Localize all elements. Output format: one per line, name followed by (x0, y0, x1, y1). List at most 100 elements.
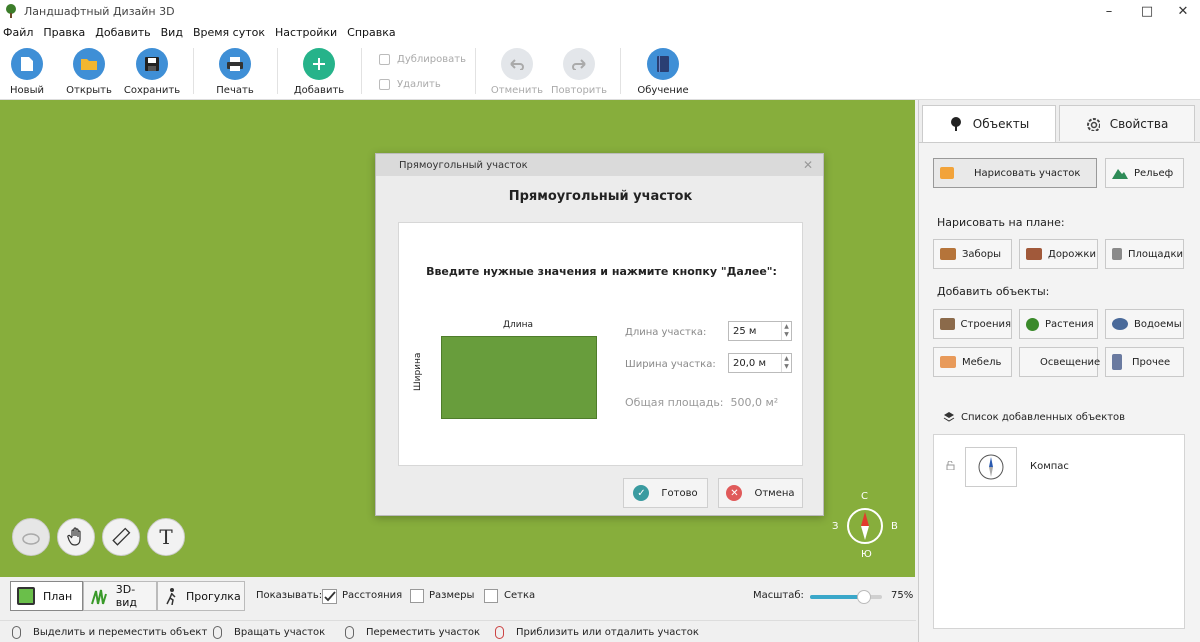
scale-slider-thumb[interactable] (857, 590, 871, 604)
total-area: Общая площадь: 500,0 м² (625, 396, 778, 409)
sizes-checkbox[interactable] (410, 589, 424, 603)
duplicate-label: Дублировать (397, 54, 466, 65)
compass-east-label: В (891, 521, 898, 532)
distances-label: Расстояния (342, 590, 403, 601)
add-label: Добавить (293, 85, 345, 96)
gnome-icon (1112, 354, 1122, 370)
text-tool-button[interactable]: T (147, 518, 185, 556)
minimize-button[interactable]: – (1090, 0, 1128, 22)
menu-file[interactable]: Файл (1, 26, 40, 39)
buildings-button[interactable]: Строения (933, 309, 1012, 339)
unlock-icon[interactable] (946, 461, 955, 470)
dialog-content: Введите нужные значения и нажмите кнопку… (398, 222, 803, 466)
walk-button[interactable]: Прогулка (157, 581, 245, 611)
layers-icon (943, 412, 955, 422)
add-button[interactable]: Добавить (289, 48, 349, 96)
grid-checkbox[interactable] (484, 589, 498, 603)
list-item-name: Компас (1030, 461, 1069, 472)
menu-help[interactable]: Справка (345, 26, 402, 39)
pencil-icon (940, 167, 954, 179)
list-item[interactable]: Компас (934, 435, 1184, 505)
view-bar: План 3D-вид Прогулка Показывать: Расстоя… (0, 577, 916, 617)
mouse-wheel-icon (495, 626, 504, 639)
length-spinner-arrows[interactable]: ▲ ▼ (781, 322, 791, 340)
length-input[interactable]: 25 м ▲ ▼ (728, 321, 792, 341)
undo-button[interactable]: Отменить (487, 48, 547, 96)
other-button[interactable]: Прочее (1105, 347, 1184, 377)
toolbar: Новый Открыть Сохранить Печать Добавить … (0, 42, 1200, 100)
tab-objects-label: Объекты (972, 117, 1030, 131)
save-button[interactable]: Сохранить (122, 48, 182, 96)
duplicate-icon (379, 54, 390, 65)
plan-label: План (43, 589, 73, 603)
ponds-button[interactable]: Водоемы (1105, 309, 1184, 339)
print-button[interactable]: Печать (205, 48, 265, 96)
new-document-icon (11, 48, 43, 80)
cancel-button[interactable]: ✕ Отмена (718, 478, 803, 508)
plan-icon (17, 587, 35, 605)
view-3d-button[interactable]: 3D-вид (83, 581, 157, 611)
menu-add[interactable]: Добавить (93, 26, 157, 39)
fences-button[interactable]: Заборы (933, 239, 1012, 269)
width-input[interactable]: 20,0 м ▲ ▼ (728, 353, 792, 373)
draw-plot-button[interactable]: Нарисовать участок (933, 158, 1097, 188)
hand-tool-button[interactable] (57, 518, 95, 556)
compass-thumbnail (965, 447, 1017, 487)
lighting-button[interactable]: Освещение (1019, 347, 1100, 377)
tab-properties-label: Свойства (1109, 116, 1169, 131)
furniture-button[interactable]: Мебель (933, 347, 1012, 377)
cancel-label: Отмена (754, 487, 795, 499)
delete-button[interactable]: Удалить (379, 79, 441, 90)
paths-button[interactable]: Дорожки (1019, 239, 1098, 269)
compass-north-label: С (861, 491, 868, 502)
width-spinner-arrows[interactable]: ▲ ▼ (781, 354, 791, 372)
status-zoom-label: Приблизить или отдалить участок (516, 627, 699, 638)
plan-view-button[interactable]: План (10, 581, 83, 611)
object-list-heading: Список добавленных объектов (943, 411, 1125, 423)
cancel-icon: ✕ (726, 485, 743, 501)
chair-icon (940, 356, 956, 368)
toolbar-separator (193, 48, 194, 94)
paths-label: Дорожки (1048, 248, 1096, 260)
gear-icon (1086, 117, 1100, 131)
tab-objects[interactable]: Объекты (922, 105, 1056, 142)
printer-icon (219, 48, 251, 80)
width-dimension-label: Ширина (413, 352, 423, 391)
object-list[interactable]: Компас (933, 434, 1185, 629)
scale-slider-track[interactable] (810, 590, 882, 604)
close-icon[interactable]: ✕ (803, 158, 813, 172)
menu-view[interactable]: Вид (159, 26, 190, 39)
plus-icon (303, 48, 335, 80)
distances-checkbox[interactable] (322, 589, 337, 604)
plants-button[interactable]: Растения (1019, 309, 1098, 339)
learn-button[interactable]: Обучение (633, 48, 693, 96)
brick-path-icon (1026, 248, 1042, 260)
duplicate-button[interactable]: Дублировать (379, 54, 466, 65)
landscape-tool-button[interactable] (12, 518, 50, 556)
redo-button[interactable]: Повторить (549, 48, 609, 96)
close-window-button[interactable]: ✕ (1164, 0, 1200, 22)
tab-properties[interactable]: Свойства (1059, 105, 1195, 141)
mountain-icon (1112, 169, 1128, 179)
relief-button[interactable]: Рельеф (1105, 158, 1184, 188)
ok-button[interactable]: ✓ Готово (623, 478, 708, 508)
areas-button[interactable]: Площадки (1105, 239, 1184, 269)
menu-edit[interactable]: Правка (41, 26, 92, 39)
open-button[interactable]: Открыть (59, 48, 119, 96)
width-value: 20,0 м (733, 357, 766, 369)
learn-label: Обучение (637, 85, 689, 96)
ruler-tool-button[interactable] (102, 518, 140, 556)
maximize-button[interactable]: □ (1128, 0, 1166, 22)
mouse-icon (345, 626, 354, 639)
menu-settings[interactable]: Настройки (273, 26, 344, 39)
dialog-title-bar: Прямоугольный участок ✕ (376, 154, 823, 176)
status-move: Переместить участок (345, 626, 480, 639)
plot-preview (441, 336, 597, 419)
delete-label: Удалить (397, 79, 441, 90)
show-label: Показывать: (256, 590, 323, 601)
area-value: 500,0 м² (730, 396, 779, 409)
folder-icon (73, 48, 105, 80)
new-button[interactable]: Новый (0, 48, 57, 96)
view-3d-label: 3D-вид (115, 583, 138, 609)
menu-time-of-day[interactable]: Время суток (191, 26, 272, 39)
